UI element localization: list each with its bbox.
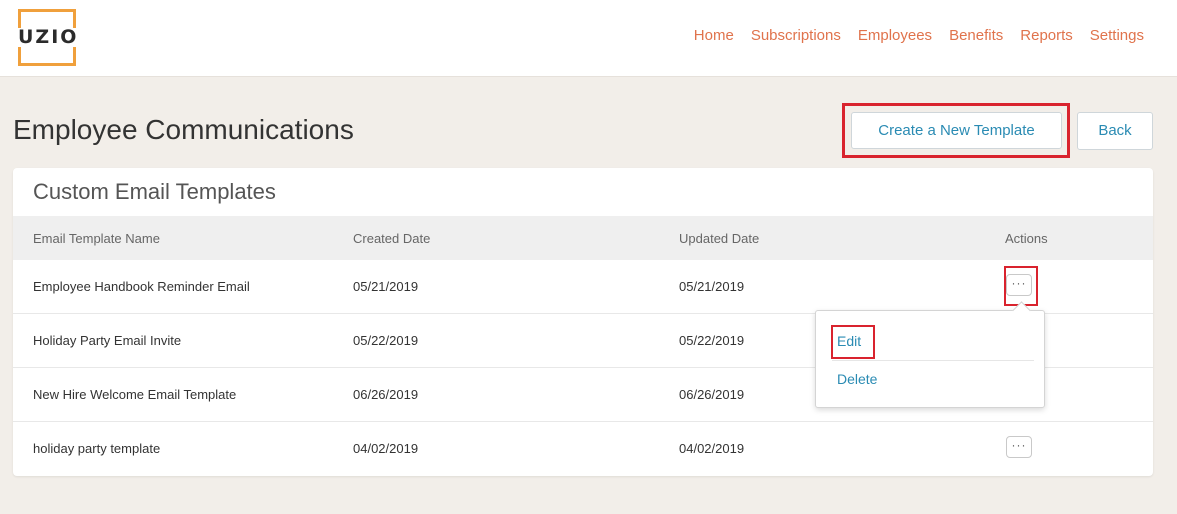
page-title: Employee Communications [13, 114, 354, 145]
main-nav: Home Subscriptions Employees Benefits Re… [677, 27, 1144, 45]
template-name: New Hire Welcome Email Template [33, 387, 237, 402]
updated-date: 04/02/2019 [679, 441, 745, 456]
nav-subscriptions[interactable]: Subscriptions [751, 27, 841, 45]
updated-date: 06/26/2019 [679, 387, 745, 402]
create-template-button[interactable]: Create a New Template [851, 112, 1062, 149]
menu-item-delete[interactable]: Delete [837, 371, 877, 388]
menu-divider [832, 360, 1034, 361]
column-header-actions: Actions [1005, 231, 1048, 246]
uzio-logo[interactable]: UZIO [18, 9, 76, 66]
updated-date: 05/22/2019 [679, 333, 745, 348]
nav-settings[interactable]: Settings [1090, 27, 1144, 45]
actions-dropdown-menu: Edit Delete [815, 301, 1045, 408]
created-date: 04/02/2019 [353, 441, 419, 456]
template-name: Employee Handbook Reminder Email [33, 279, 250, 294]
created-date: 06/26/2019 [353, 387, 419, 402]
updated-date: 05/21/2019 [679, 279, 745, 294]
table-row: Employee Handbook Reminder Email 05/21/2… [13, 260, 1153, 314]
nav-benefits[interactable]: Benefits [949, 27, 1003, 45]
nav-reports[interactable]: Reports [1020, 27, 1073, 45]
logo-text: UZIO [18, 26, 79, 48]
template-name: Holiday Party Email Invite [33, 333, 182, 348]
table-row: holiday party template 04/02/2019 04/02/… [13, 422, 1153, 476]
card-title: Custom Email Templates [33, 179, 276, 204]
column-header-created: Created Date [353, 231, 431, 246]
nav-employees[interactable]: Employees [858, 27, 932, 45]
column-header-updated: Updated Date [679, 231, 760, 246]
template-name: holiday party template [33, 441, 161, 456]
back-button[interactable]: Back [1077, 112, 1153, 150]
top-header: UZIO Home Subscriptions Employees Benefi… [0, 0, 1177, 77]
edit-highlight [831, 325, 875, 359]
created-date: 05/21/2019 [353, 279, 419, 294]
nav-home[interactable]: Home [694, 27, 734, 45]
actions-more-button[interactable]: ··· [1006, 436, 1032, 458]
created-date: 05/22/2019 [353, 333, 419, 348]
column-header-name: Email Template Name [33, 231, 160, 246]
table-header: Email Template Name Created Date Updated… [13, 216, 1153, 260]
